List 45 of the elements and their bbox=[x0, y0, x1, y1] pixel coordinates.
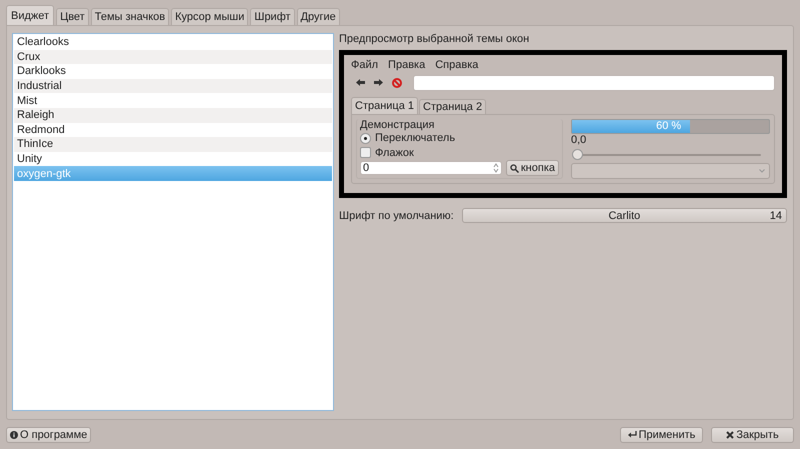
menu-item[interactable]: Файл bbox=[351, 59, 378, 71]
list-item[interactable]: Mist bbox=[14, 93, 332, 108]
close-icon bbox=[726, 430, 734, 438]
preview-title: Предпросмотр выбранной темы окон bbox=[339, 33, 530, 45]
menu-item[interactable]: Правка bbox=[388, 59, 426, 71]
tab[interactable]: Шрифт bbox=[250, 8, 295, 25]
back-arrow-icon[interactable] bbox=[356, 79, 365, 86]
info-icon bbox=[10, 430, 18, 438]
about-button[interactable]: О программе bbox=[6, 426, 92, 442]
list-item[interactable]: Raleigh bbox=[14, 108, 332, 123]
slider-value: 0,0 bbox=[571, 134, 588, 146]
tab[interactable]: Страница 2 bbox=[419, 99, 486, 114]
close-button[interactable]: Закрыть bbox=[711, 426, 794, 442]
radio-label: Переключатель bbox=[375, 132, 456, 144]
search-icon bbox=[510, 164, 519, 172]
list-item[interactable]: Clearlooks bbox=[14, 35, 332, 50]
menu-item[interactable]: Справка bbox=[435, 59, 478, 71]
apply-button[interactable]: Применить bbox=[620, 426, 703, 442]
tab[interactable]: Виджет bbox=[6, 5, 54, 25]
spin-box[interactable]: 0 bbox=[360, 161, 502, 175]
list-item[interactable]: Industrial bbox=[14, 78, 332, 94]
list-item[interactable]: Darklooks bbox=[14, 64, 332, 79]
font-button[interactable]: Carlito 14 bbox=[462, 208, 787, 223]
list-item[interactable]: Redmond bbox=[14, 122, 332, 138]
checkbox-label: Флажок bbox=[375, 146, 414, 159]
tab[interactable]: Темы значков bbox=[90, 8, 170, 25]
return-arrow-icon bbox=[628, 431, 637, 438]
tab[interactable]: Страница 1 bbox=[351, 97, 418, 114]
tab[interactable]: Курсор мыши bbox=[171, 8, 248, 25]
checkbox[interactable] bbox=[360, 147, 371, 158]
group-title: Демонстрация bbox=[360, 119, 436, 131]
list-item[interactable]: Unity bbox=[14, 152, 332, 166]
tab[interactable]: Цвет bbox=[56, 8, 89, 25]
list-item[interactable]: Crux bbox=[14, 50, 332, 64]
stop-icon[interactable] bbox=[392, 78, 402, 88]
search-button[interactable]: кнопка bbox=[506, 160, 559, 176]
radio-button[interactable] bbox=[360, 132, 371, 144]
tab[interactable]: Другие bbox=[296, 8, 340, 25]
font-label: Шрифт по умолчанию: bbox=[339, 210, 454, 222]
address-field[interactable] bbox=[413, 74, 775, 90]
list-item[interactable]: ThinIce bbox=[14, 137, 332, 152]
slider-thumb[interactable] bbox=[572, 149, 583, 160]
forward-arrow-icon[interactable] bbox=[374, 79, 383, 86]
combo-box[interactable] bbox=[571, 163, 770, 179]
progress-fill: 60 % bbox=[572, 120, 690, 133]
